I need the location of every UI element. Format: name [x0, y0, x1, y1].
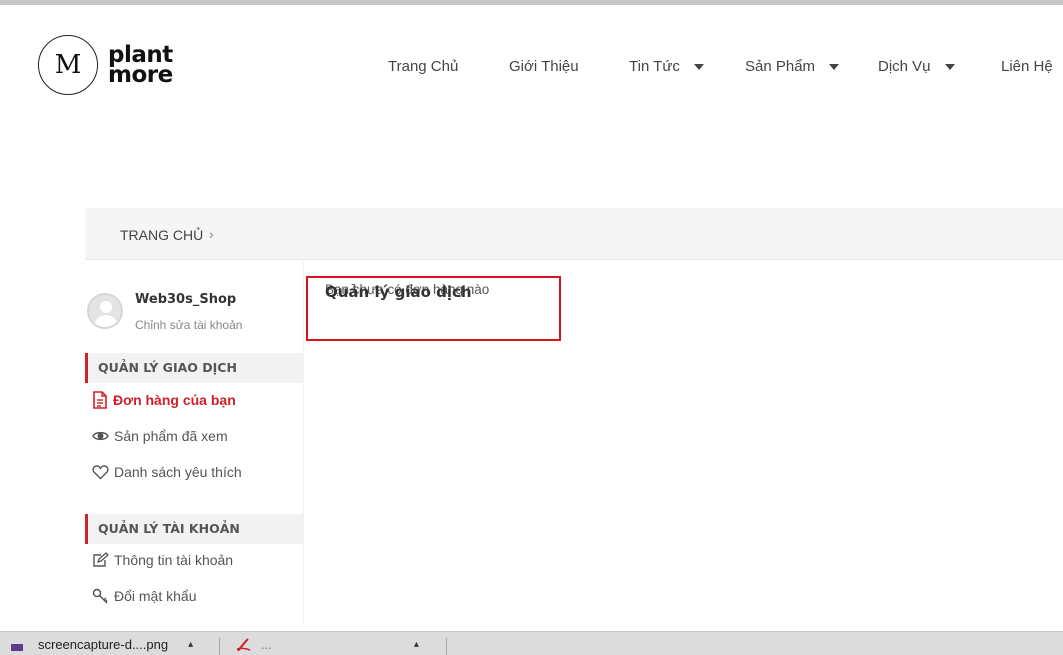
sidebar-item-label: Thông tin tài khoản: [114, 552, 234, 568]
logo-line-2: more: [108, 62, 173, 88]
eye-icon: [92, 431, 109, 441]
breadcrumb-separator: ›: [209, 226, 214, 242]
browser-top-border: [0, 0, 1063, 5]
nav-item-contact[interactable]: Liên Hệ: [1001, 58, 1053, 75]
nav-label: Liên Hệ: [1001, 58, 1053, 75]
heart-icon: [92, 465, 109, 480]
account-heading: Quản lý tài khoản: [85, 514, 304, 544]
nav-item-about[interactable]: Giới Thiệu: [509, 58, 579, 75]
sidebar-item-label: Sản phẩm đã xem: [114, 428, 228, 444]
edit-account-link[interactable]: Chỉnh sửa tài khoản: [135, 318, 242, 332]
download-separator: [219, 638, 220, 655]
key-icon: [92, 588, 108, 604]
document-icon: [93, 391, 107, 409]
sidebar-item-label: Đổi mật khẩu: [114, 588, 197, 604]
sidebar-item-account-info[interactable]: Thông tin tài khoản: [92, 552, 233, 568]
nav-item-news[interactable]: Tin Tức: [629, 58, 704, 75]
nav-label: Sản Phẩm: [745, 58, 816, 75]
nav-label: Trang Chủ: [388, 58, 459, 75]
logo-mark: M: [38, 35, 98, 95]
logo-wordmark: plant more: [108, 44, 173, 88]
sidebar-item-wishlist[interactable]: Danh sách yêu thích: [92, 464, 242, 480]
nav-item-home[interactable]: Trang Chủ: [388, 58, 458, 75]
edit-icon: [93, 552, 109, 567]
site-logo[interactable]: M plant more: [38, 35, 173, 95]
content-title: Quản lý giao dịch: [325, 283, 472, 301]
sidebar-item-change-password[interactable]: Đổi mật khẩu: [92, 588, 196, 604]
pdf-file-icon: [236, 638, 251, 651]
caret-down-icon: [693, 63, 704, 70]
nav-label: Giới Thiệu: [509, 58, 579, 75]
nav-label: Dịch Vụ: [878, 58, 931, 75]
account-sidebar: Web30s_Shop Chỉnh sửa tài khoản Quản lý …: [85, 262, 304, 625]
nav-label: Tin Tức: [629, 58, 680, 75]
download-filename: screencapture-d....png: [38, 636, 169, 652]
breadcrumb: Trang chủ ›: [85, 208, 1063, 260]
download-item[interactable]: ... ▴: [235, 632, 419, 655]
sidebar-item-label: Danh sách yêu thích: [114, 464, 242, 480]
transactions-heading: Quản lý giao dịch: [85, 353, 304, 383]
username: Web30s_Shop: [135, 292, 237, 307]
nav-item-services[interactable]: Dịch Vụ: [878, 58, 955, 75]
breadcrumb-home-link[interactable]: Trang chủ: [120, 227, 203, 243]
chevron-up-icon[interactable]: ▴: [188, 639, 193, 650]
avatar-body-shape: [94, 315, 118, 327]
sidebar-item-orders[interactable]: Đơn hàng của bạn: [92, 391, 236, 409]
download-item[interactable]: screencapture-d....png ▴: [10, 632, 193, 655]
nav-item-products[interactable]: Sản Phẩm: [745, 58, 840, 75]
download-bar: screencapture-d....png ▴ ... ▴: [0, 631, 1063, 655]
download-filename: ...: [261, 636, 272, 652]
avatar: [87, 293, 123, 329]
image-file-icon: [11, 644, 23, 651]
avatar-head-shape: [100, 301, 112, 313]
caret-down-icon: [829, 63, 840, 70]
caret-down-icon: [944, 63, 955, 70]
chevron-up-icon[interactable]: ▴: [414, 639, 419, 650]
sidebar-item-viewed-products[interactable]: Sản phẩm đã xem: [92, 428, 228, 444]
sidebar-item-label: Đơn hàng của bạn: [113, 392, 236, 408]
download-separator: [446, 638, 447, 655]
